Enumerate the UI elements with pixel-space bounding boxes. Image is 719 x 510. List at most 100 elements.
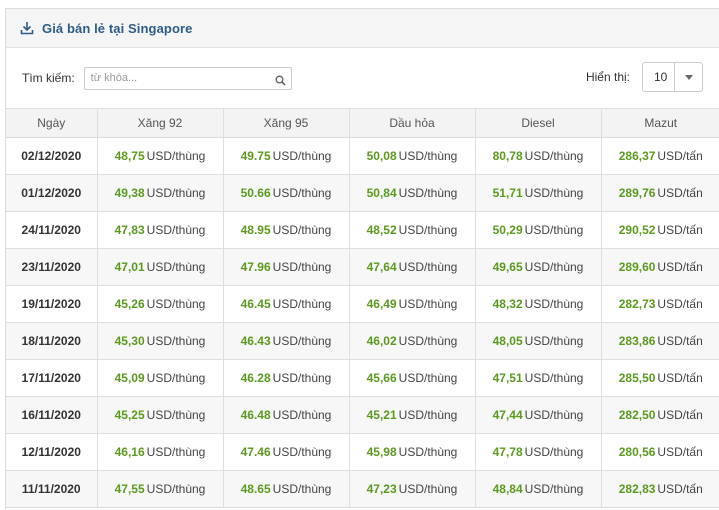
cell-price-dau-hoa: 50,08 USD/thùng: [349, 137, 476, 175]
price-mazut-unit: USD/tấn: [657, 408, 703, 422]
price-dau-hoa-unit: USD/thùng: [398, 482, 458, 496]
price-dau-hoa-unit: USD/thùng: [398, 297, 458, 311]
column-header-mazut[interactable]: Mazut: [601, 108, 719, 138]
price-mazut-unit: USD/tấn: [657, 482, 703, 496]
price-diesel-value: 51,71: [492, 186, 523, 200]
price-mazut-value: 289,76: [618, 186, 656, 200]
cell-price-mazut: 282,50 USD/tấn: [601, 396, 719, 434]
cell-price-xang95: 46.43 USD/thùng: [223, 322, 350, 360]
price-xang95-value: 46.43: [240, 334, 271, 348]
price-dau-hoa-value: 47,23: [366, 482, 397, 496]
page-size-label: Hiển thị:: [585, 70, 630, 84]
cell-price-xang95: 49.75 USD/thùng: [223, 137, 350, 175]
cell-price-dau-hoa: 46,49 USD/thùng: [349, 285, 476, 323]
chevron-down-icon[interactable]: [675, 74, 702, 80]
price-xang95-unit: USD/thùng: [272, 371, 332, 385]
price-dau-hoa-unit: USD/thùng: [398, 408, 458, 422]
column-header-diesel[interactable]: Diesel: [475, 108, 602, 138]
column-header-date[interactable]: Ngày: [6, 108, 98, 138]
search-box[interactable]: [83, 66, 292, 90]
price-mazut-value: 282,50: [618, 408, 656, 422]
table-row: 02/12/2020 48,75 USD/thùng 49.75 USD/thùng 50…: [6, 137, 719, 175]
price-diesel-value: 47,51: [492, 371, 523, 385]
price-xang95-value: 49.75: [240, 149, 271, 163]
cell-price-xang92: 45,25 USD/thùng: [97, 396, 224, 434]
price-diesel-unit: USD/thùng: [524, 260, 584, 274]
price-xang92-unit: USD/thùng: [146, 371, 206, 385]
cell-price-xang95: 48.65 USD/thùng: [223, 470, 350, 508]
price-xang92-value: 47,83: [114, 223, 145, 237]
price-mazut-value: 280,56: [618, 445, 656, 459]
price-xang92-unit: USD/thùng: [146, 223, 206, 237]
table-row: 19/11/2020 45,26 USD/thùng 46.45 USD/thùng 46…: [6, 285, 719, 323]
search-label: Tìm kiếm:: [22, 71, 75, 85]
price-dau-hoa-unit: USD/thùng: [398, 260, 458, 274]
cell-price-mazut: 282,83 USD/tấn: [601, 470, 719, 508]
search-input[interactable]: [84, 67, 269, 89]
column-header-dau-hoa[interactable]: Dầu hỏa: [349, 108, 476, 138]
price-xang95-value: 50.66: [240, 186, 271, 200]
table-toolbar: Tìm kiếm: Hiển thị: 10: [6, 48, 719, 108]
price-diesel-value: 48,05: [492, 334, 523, 348]
price-table: Ngày Xăng 92 Xăng 95 Dầu hỏa Diesel Mazu…: [6, 108, 719, 508]
price-diesel-unit: USD/thùng: [524, 408, 584, 422]
price-mazut-unit: USD/tấn: [657, 223, 703, 237]
table-row: 24/11/2020 47,83 USD/thùng 48.95 USD/thùng 48…: [6, 211, 719, 249]
price-xang95-value: 46.48: [240, 408, 271, 422]
cell-date: 19/11/2020: [6, 285, 98, 323]
price-xang95-unit: USD/thùng: [272, 260, 332, 274]
page-size-value: 10: [654, 70, 668, 84]
cell-date: 12/11/2020: [6, 433, 98, 471]
price-diesel-unit: USD/thùng: [524, 186, 584, 200]
search-icon[interactable]: [275, 73, 286, 86]
price-dau-hoa-unit: USD/thùng: [398, 334, 458, 348]
cell-price-diesel: 48,05 USD/thùng: [475, 322, 602, 360]
page-size-select[interactable]: 10: [642, 62, 703, 92]
price-dau-hoa-value: 46,49: [366, 297, 397, 311]
cell-date: 11/11/2020: [6, 470, 98, 508]
price-xang92-value: 47,01: [114, 260, 145, 274]
price-mazut-unit: USD/tấn: [657, 149, 703, 163]
cell-date: 18/11/2020: [6, 322, 98, 360]
price-mazut-unit: USD/tấn: [657, 260, 703, 274]
price-xang95-value: 48.95: [240, 223, 271, 237]
panel-title: Giá bán lẻ tại Singapore: [42, 20, 193, 36]
price-dau-hoa-unit: USD/thùng: [398, 149, 458, 163]
price-mazut-value: 282,73: [618, 297, 656, 311]
price-diesel-unit: USD/thùng: [524, 482, 584, 496]
price-mazut-unit: USD/tấn: [657, 297, 703, 311]
cell-date: 01/12/2020: [6, 174, 98, 212]
cell-price-dau-hoa: 47,64 USD/thùng: [349, 248, 476, 286]
table-row: 12/11/2020 46,16 USD/thùng 47.46 USD/thùng 45…: [6, 433, 719, 471]
column-header-xang95[interactable]: Xăng 95: [223, 108, 350, 138]
price-xang95-value: 46.45: [240, 297, 271, 311]
table-header-row: Ngày Xăng 92 Xăng 95 Dầu hỏa Diesel Mazu…: [6, 108, 719, 138]
price-mazut-value: 286,37: [618, 149, 656, 163]
cell-price-mazut: 289,76 USD/tấn: [601, 174, 719, 212]
price-diesel-value: 80,78: [492, 149, 523, 163]
cell-price-xang92: 47,01 USD/thùng: [97, 248, 224, 286]
price-xang92-value: 45,30: [114, 334, 145, 348]
page-size-control: Hiển thị: 10: [586, 62, 703, 92]
cell-price-xang92: 48,75 USD/thùng: [97, 137, 224, 175]
price-mazut-unit: USD/tấn: [657, 334, 703, 348]
cell-price-xang95: 46.45 USD/thùng: [223, 285, 350, 323]
cell-price-mazut: 282,73 USD/tấn: [601, 285, 719, 323]
cell-date: 24/11/2020: [6, 211, 98, 249]
cell-price-mazut: 283,86 USD/tấn: [601, 322, 719, 360]
cell-date: 17/11/2020: [6, 359, 98, 397]
price-dau-hoa-value: 45,98: [366, 445, 397, 459]
download-icon[interactable]: [20, 21, 34, 35]
price-xang95-unit: USD/thùng: [272, 482, 332, 496]
price-dau-hoa-unit: USD/thùng: [398, 371, 458, 385]
price-mazut-unit: USD/tấn: [657, 186, 703, 200]
price-xang95-unit: USD/thùng: [272, 223, 332, 237]
table-row: 23/11/2020 47,01 USD/thùng 47.96 USD/thùng 47…: [6, 248, 719, 286]
price-xang92-unit: USD/thùng: [146, 297, 206, 311]
cell-price-diesel: 48,84 USD/thùng: [475, 470, 602, 508]
column-header-xang92[interactable]: Xăng 92: [97, 108, 224, 138]
price-dau-hoa-unit: USD/thùng: [398, 223, 458, 237]
cell-price-mazut: 286,37 USD/tấn: [601, 137, 719, 175]
price-dau-hoa-value: 46,02: [366, 334, 397, 348]
cell-price-dau-hoa: 46,02 USD/thùng: [349, 322, 476, 360]
